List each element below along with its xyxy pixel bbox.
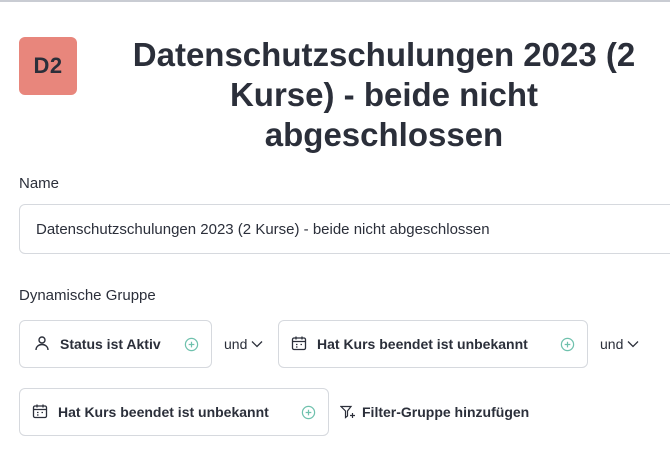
chevron-down-icon — [627, 341, 639, 348]
name-input-value: Datenschutzschulungen 2023 (2 Kurse) - b… — [36, 220, 490, 238]
add-filter-group-button[interactable]: Filter-Gruppe hinzufügen — [340, 404, 529, 420]
page-title-line-2: Kurse) - beide nicht — [229, 76, 539, 113]
filter-chip-label: Hat Kurs beendet ist unbekannt — [58, 404, 269, 420]
connector-dropdown[interactable]: und — [600, 336, 639, 352]
filter-plus-icon — [340, 405, 355, 419]
user-icon — [34, 335, 52, 353]
filter-chip-label: Hat Kurs beendet ist unbekannt — [317, 336, 528, 352]
page-title: Datenschutzschulungen 2023 (2 Kurse) - b… — [98, 35, 670, 155]
calendar-icon — [32, 403, 50, 421]
add-filter-group-label: Filter-Gruppe hinzufügen — [362, 404, 530, 420]
add-circle-icon[interactable] — [301, 405, 316, 420]
name-label: Name — [19, 175, 60, 192]
dynamic-group-label: Dynamische Gruppe — [19, 287, 156, 304]
connector-label: und — [600, 336, 624, 352]
calendar-icon — [291, 335, 309, 353]
connector-dropdown[interactable]: und — [224, 336, 263, 352]
filter-chip-course-completed[interactable]: Hat Kurs beendet ist unbekannt — [278, 320, 588, 368]
page-title-line-1: Datenschutzschulungen 2023 (2 — [132, 36, 636, 73]
filter-chip-status[interactable]: Status ist Aktiv — [19, 320, 212, 368]
connector-label: und — [224, 336, 248, 352]
filter-chip-label: Status ist Aktiv — [60, 336, 161, 352]
add-circle-icon[interactable] — [560, 337, 575, 352]
name-input[interactable]: Datenschutzschulungen 2023 (2 Kurse) - b… — [19, 204, 670, 254]
page-title-line-3: abgeschlossen — [264, 116, 504, 153]
group-avatar: D2 — [19, 37, 77, 95]
filter-chip-course-completed[interactable]: Hat Kurs beendet ist unbekannt — [19, 388, 329, 436]
add-circle-icon[interactable] — [184, 337, 199, 352]
chevron-down-icon — [251, 341, 263, 348]
avatar-text: D2 — [33, 53, 63, 78]
top-divider — [0, 0, 670, 2]
